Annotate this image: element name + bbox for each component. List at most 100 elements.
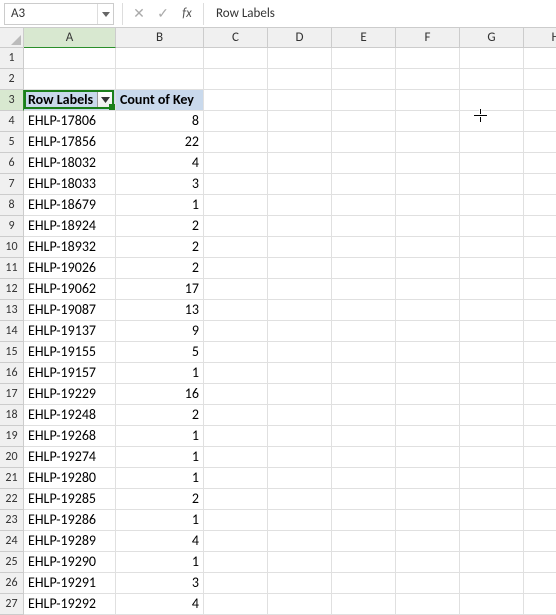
cell[interactable]: EHLP-19289 xyxy=(24,531,116,552)
cell[interactable]: EHLP-19062 xyxy=(24,279,116,300)
cell[interactable]: 17 xyxy=(116,279,204,300)
column-header-f[interactable]: F xyxy=(396,28,460,48)
row-header[interactable]: 24 xyxy=(0,531,24,552)
cell[interactable] xyxy=(268,363,332,384)
cell[interactable] xyxy=(524,216,556,237)
row-header[interactable]: 20 xyxy=(0,447,24,468)
cell[interactable] xyxy=(268,48,332,69)
cell[interactable] xyxy=(268,510,332,531)
cell[interactable]: EHLP-18932 xyxy=(24,237,116,258)
row-header[interactable]: 13 xyxy=(0,300,24,321)
cell[interactable] xyxy=(332,153,396,174)
cell[interactable] xyxy=(332,279,396,300)
cell[interactable]: EHLP-19229 xyxy=(24,384,116,405)
cell[interactable] xyxy=(204,405,268,426)
cell[interactable] xyxy=(332,405,396,426)
column-header-e[interactable]: E xyxy=(332,28,396,48)
row-header[interactable]: 23 xyxy=(0,510,24,531)
cell[interactable]: EHLP-19292 xyxy=(24,594,116,615)
cell[interactable] xyxy=(524,489,556,510)
cell[interactable] xyxy=(116,69,204,90)
formula-content[interactable]: Row Labels xyxy=(208,6,556,21)
cell[interactable]: 1 xyxy=(116,468,204,489)
cell[interactable] xyxy=(268,132,332,153)
cell[interactable] xyxy=(460,237,524,258)
cell[interactable] xyxy=(524,510,556,531)
cell[interactable] xyxy=(204,573,268,594)
cell[interactable]: 8 xyxy=(116,111,204,132)
cell[interactable] xyxy=(116,48,204,69)
fx-icon[interactable]: fx xyxy=(175,3,199,25)
cell[interactable]: EHLP-18924 xyxy=(24,216,116,237)
cell[interactable]: 13 xyxy=(116,300,204,321)
cell[interactable]: 3 xyxy=(116,573,204,594)
cell[interactable]: 1 xyxy=(116,447,204,468)
cell[interactable] xyxy=(460,132,524,153)
cell[interactable] xyxy=(332,531,396,552)
cell[interactable] xyxy=(396,111,460,132)
cell[interactable] xyxy=(524,237,556,258)
cell[interactable] xyxy=(204,216,268,237)
cell[interactable] xyxy=(524,447,556,468)
cell[interactable] xyxy=(204,237,268,258)
cell[interactable] xyxy=(268,447,332,468)
cell[interactable] xyxy=(396,90,460,111)
cell[interactable] xyxy=(332,237,396,258)
cell[interactable]: EHLP-19087 xyxy=(24,300,116,321)
cell[interactable] xyxy=(268,174,332,195)
filter-dropdown-button[interactable] xyxy=(97,91,114,108)
cell[interactable]: 2 xyxy=(116,405,204,426)
cell[interactable]: EHLP-19291 xyxy=(24,573,116,594)
cell[interactable] xyxy=(204,447,268,468)
cell[interactable] xyxy=(268,321,332,342)
cell[interactable] xyxy=(24,48,116,69)
cell[interactable] xyxy=(268,195,332,216)
row-header[interactable]: 7 xyxy=(0,174,24,195)
cell[interactable] xyxy=(524,69,556,90)
cell[interactable] xyxy=(460,552,524,573)
cell[interactable] xyxy=(396,342,460,363)
cell[interactable]: EHLP-19026 xyxy=(24,258,116,279)
cell[interactable] xyxy=(332,552,396,573)
cell[interactable]: EHLP-19274 xyxy=(24,447,116,468)
cell[interactable]: 1 xyxy=(116,426,204,447)
cell[interactable] xyxy=(204,384,268,405)
cell[interactable] xyxy=(396,48,460,69)
cell[interactable] xyxy=(396,573,460,594)
cell[interactable] xyxy=(396,300,460,321)
row-header[interactable]: 4 xyxy=(0,111,24,132)
cell[interactable] xyxy=(396,510,460,531)
cell[interactable] xyxy=(268,237,332,258)
cell[interactable] xyxy=(204,153,268,174)
column-header-g[interactable]: G xyxy=(460,28,524,48)
cell[interactable] xyxy=(396,195,460,216)
cell[interactable] xyxy=(524,48,556,69)
cell[interactable] xyxy=(524,594,556,615)
cell[interactable] xyxy=(524,531,556,552)
cell[interactable] xyxy=(396,384,460,405)
row-header[interactable]: 14 xyxy=(0,321,24,342)
cell[interactable] xyxy=(204,594,268,615)
cell[interactable]: 1 xyxy=(116,195,204,216)
cell[interactable]: 4 xyxy=(116,153,204,174)
cell[interactable] xyxy=(396,405,460,426)
row-header[interactable]: 9 xyxy=(0,216,24,237)
cell[interactable]: EHLP-17806 xyxy=(24,111,116,132)
cell[interactable] xyxy=(204,111,268,132)
cell[interactable] xyxy=(396,216,460,237)
cell[interactable] xyxy=(396,174,460,195)
name-box-dropdown[interactable] xyxy=(97,4,113,24)
cell[interactable] xyxy=(204,510,268,531)
cell[interactable] xyxy=(396,132,460,153)
cell[interactable] xyxy=(524,405,556,426)
cell[interactable]: 2 xyxy=(116,258,204,279)
cell[interactable]: EHLP-19155 xyxy=(24,342,116,363)
cell[interactable] xyxy=(524,300,556,321)
cell[interactable] xyxy=(204,48,268,69)
cell[interactable]: 16 xyxy=(116,384,204,405)
cell[interactable] xyxy=(396,594,460,615)
row-header[interactable]: 17 xyxy=(0,384,24,405)
cell[interactable] xyxy=(332,111,396,132)
cell[interactable] xyxy=(268,384,332,405)
cell[interactable] xyxy=(460,195,524,216)
